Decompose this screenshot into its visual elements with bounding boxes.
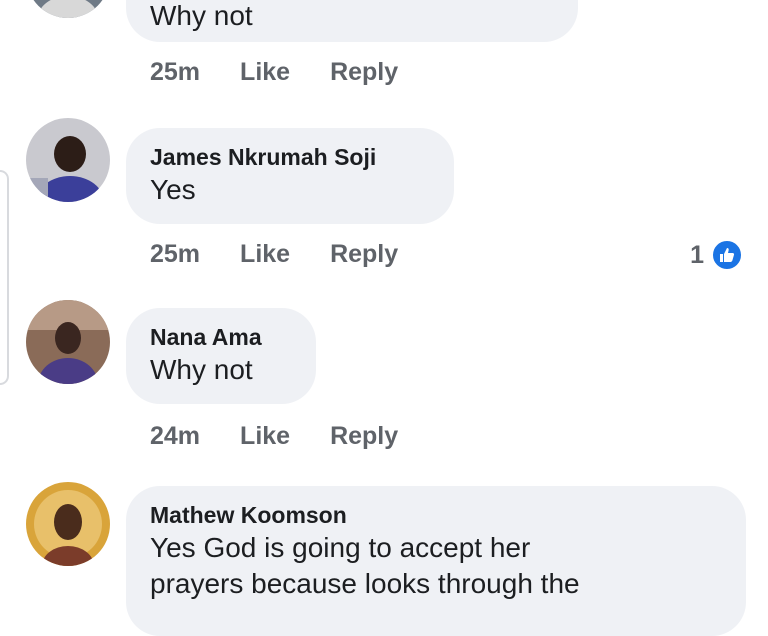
comment-text-line: Yes God is going to accept her	[150, 532, 531, 563]
like-link[interactable]: Like	[240, 240, 290, 269]
comment-author[interactable]: James Nkrumah Soji	[150, 142, 430, 172]
reaction-summary[interactable]: 1	[690, 238, 744, 272]
comment-text: Why not	[150, 354, 253, 385]
reply-link[interactable]: Reply	[330, 422, 398, 451]
reply-thread-connector	[0, 170, 9, 385]
thumbs-up-icon	[710, 238, 744, 272]
comment-author[interactable]: Nana Ama	[150, 322, 292, 352]
comment-text: Yes	[150, 174, 196, 205]
avatar[interactable]	[26, 300, 110, 384]
avatar[interactable]	[26, 118, 110, 202]
reaction-count: 1	[690, 240, 704, 269]
comment-timestamp[interactable]: 24m	[150, 422, 200, 451]
comment-actions: 24m Like Reply	[150, 422, 398, 451]
comment-bubble: Mathew Koomson Yes God is going to accep…	[126, 486, 746, 636]
comment-text-line: prayers because looks through the	[150, 568, 580, 599]
avatar[interactable]	[26, 0, 110, 18]
comment-actions: 25m Like Reply	[150, 58, 398, 87]
reply-link[interactable]: Reply	[330, 240, 398, 269]
comment-bubble: Why not	[126, 0, 578, 42]
like-link[interactable]: Like	[240, 422, 290, 451]
comment-bubble: Nana Ama Why not	[126, 308, 316, 404]
reply-link[interactable]: Reply	[330, 58, 398, 87]
comment-timestamp[interactable]: 25m	[150, 58, 200, 87]
comment-text: Why not	[150, 0, 253, 31]
comment-timestamp[interactable]: 25m	[150, 240, 200, 269]
avatar[interactable]	[26, 482, 110, 566]
comment-author[interactable]: Mathew Koomson	[150, 500, 722, 530]
comment-bubble: James Nkrumah Soji Yes	[126, 128, 454, 224]
comment-actions: 25m Like Reply	[150, 240, 398, 269]
like-link[interactable]: Like	[240, 58, 290, 87]
